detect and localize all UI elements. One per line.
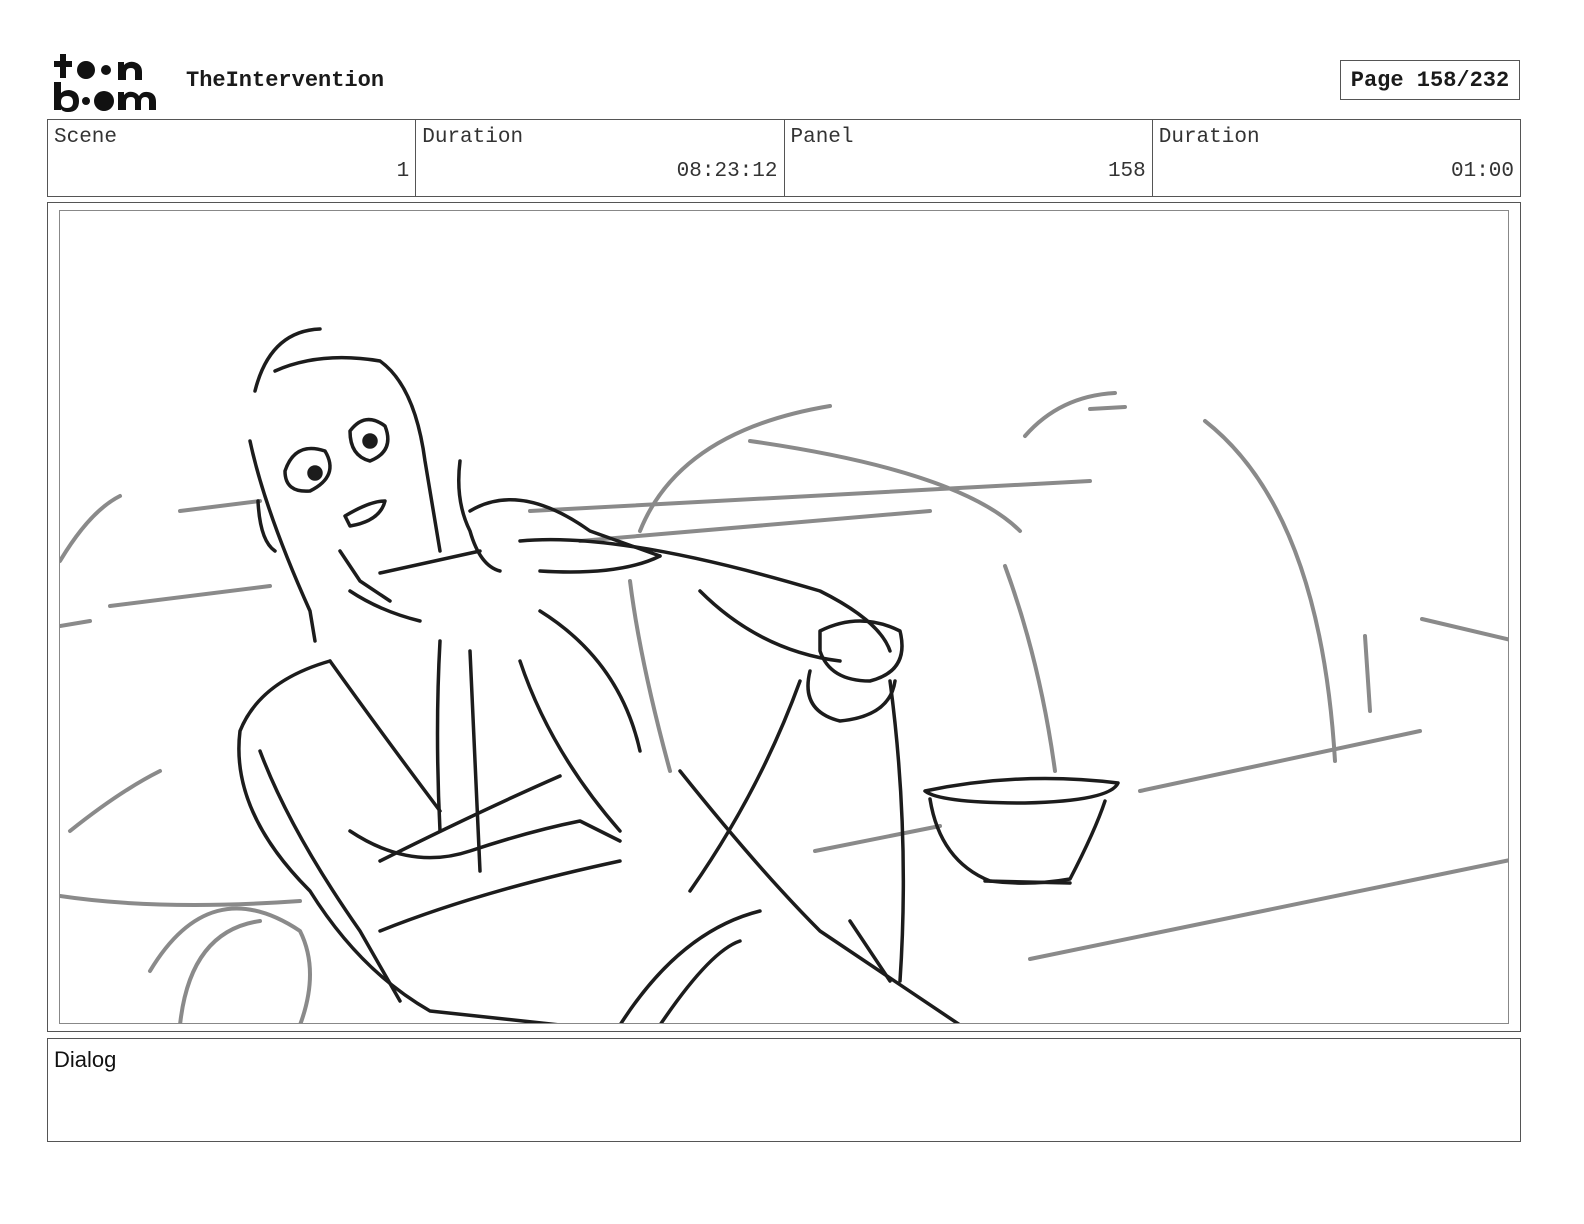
panel-info-table: Scene 1 Duration 08:23:12 Panel 158 Dura… (47, 119, 1521, 197)
panel-duration-label: Duration (1158, 126, 1260, 149)
scene-duration-cell: Duration 08:23:12 (416, 120, 785, 196)
scene-duration-label: Duration (422, 126, 524, 149)
toonboom-logo (52, 52, 164, 112)
scene-cell: Scene 1 (48, 120, 417, 196)
scene-duration-value: 08:23:12 (676, 160, 778, 183)
dialog-box: Dialog (47, 1038, 1521, 1142)
panel-duration-value: 01:00 (1450, 160, 1514, 183)
page-indicator: Page 158/232 (1340, 60, 1520, 100)
scene-label: Scene (54, 126, 118, 149)
panel-cell: Panel 158 (785, 120, 1153, 196)
panel-duration-cell: Duration 01:00 (1153, 120, 1520, 196)
panel-label: Panel (790, 126, 854, 149)
dialog-label: Dialog (54, 1047, 117, 1072)
scene-value: 1 (396, 160, 410, 183)
panel-value: 158 (1107, 160, 1146, 183)
storyboard-sketch (59, 210, 1509, 1024)
project-title: TheIntervention (186, 68, 385, 93)
